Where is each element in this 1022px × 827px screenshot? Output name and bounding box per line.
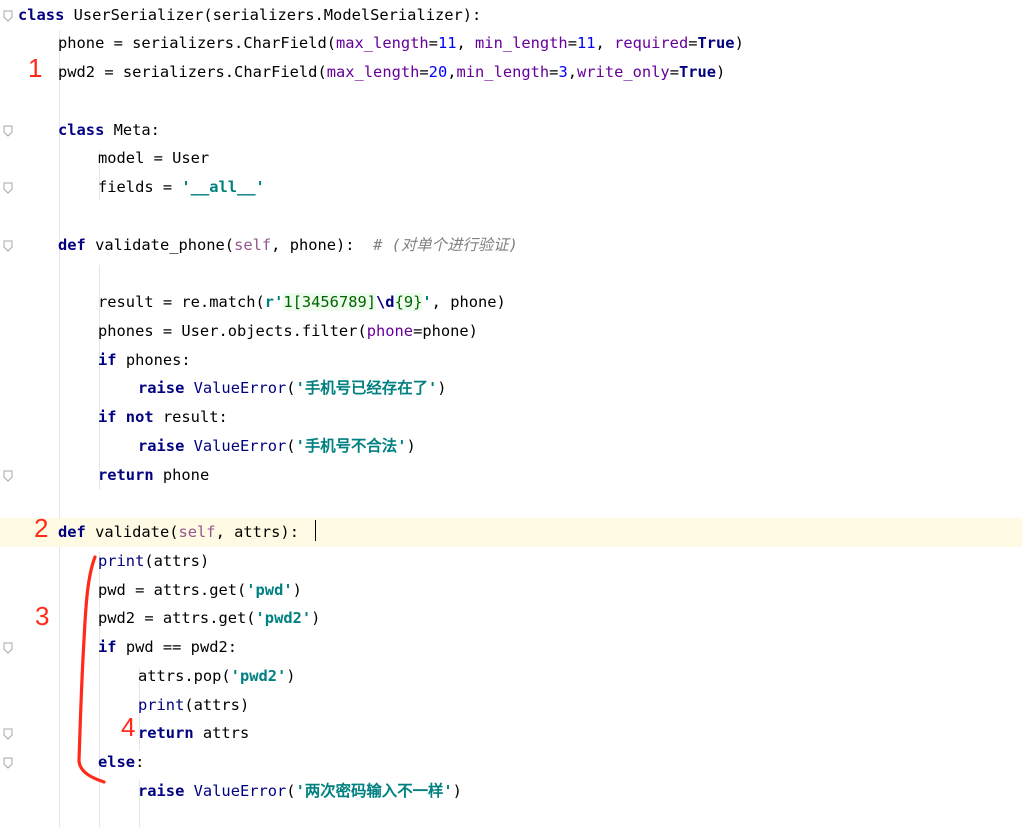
- annotation-number: 1: [28, 53, 43, 83]
- annotation-number: 2: [34, 513, 49, 543]
- annotation-number: 4: [121, 712, 136, 743]
- code-editor[interactable]: class UserSerializer(serializers.ModelSe…: [0, 0, 1022, 827]
- handwritten-bracket: [77, 555, 106, 784]
- annotation-number: 3: [35, 601, 50, 632]
